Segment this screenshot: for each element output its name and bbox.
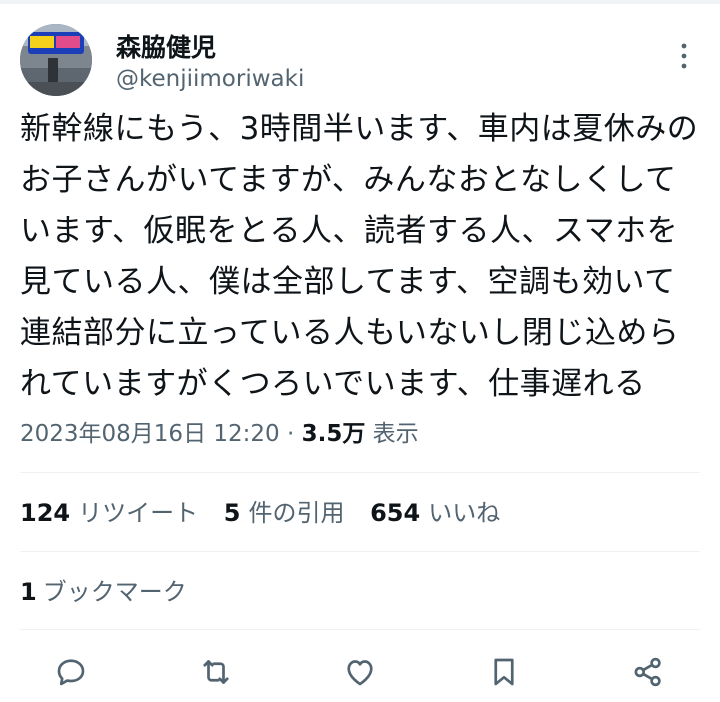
tweet-timestamp[interactable]: 2023年08月16日 12:20 <box>20 421 280 447</box>
likes-stat[interactable]: 654 いいね <box>370 499 500 527</box>
like-icon[interactable] <box>340 652 380 692</box>
tweet-header: 森脇健児 @kenjiimoriwaki <box>20 24 700 104</box>
divider <box>20 551 700 552</box>
quotes-label: 件の引用 <box>248 499 345 527</box>
profile-photo-icon <box>20 24 92 96</box>
bookmark-icon[interactable] <box>484 652 524 692</box>
action-bar <box>0 648 720 696</box>
likes-label: いいね <box>428 499 501 527</box>
author-handle[interactable]: @kenjiimoriwaki <box>116 66 304 92</box>
divider <box>20 629 700 630</box>
views-count: 3.5万 <box>301 421 366 447</box>
quotes-count: 5 <box>223 499 241 527</box>
quotes-stat[interactable]: 5 件の引用 <box>224 499 345 527</box>
more-options-icon[interactable] <box>674 40 694 72</box>
share-icon[interactable] <box>628 652 668 692</box>
views-label: 表示 <box>372 421 419 447</box>
retweets-label: リツイート <box>78 499 199 527</box>
retweets-count: 124 <box>20 499 71 527</box>
meta-separator: · <box>286 421 295 447</box>
bookmarks-label: ブックマーク <box>42 578 187 606</box>
retweet-icon[interactable] <box>196 652 236 692</box>
reply-icon[interactable] <box>51 652 91 692</box>
bookmarks-stat[interactable]: 1 ブックマーク <box>20 572 187 607</box>
tweet-meta: 2023年08月16日 12:20 · 3.5万 表示 <box>20 414 419 448</box>
author-display-name[interactable]: 森脇健児 <box>116 28 216 64</box>
likes-count: 654 <box>370 499 421 527</box>
avatar[interactable] <box>20 24 92 96</box>
divider <box>20 472 700 473</box>
tweet-text: 新幹線にもう、3時間半います、車内は夏休みのお子さんがいてますが、みんなおとなし… <box>20 111 699 402</box>
retweets-stat[interactable]: 124 リツイート <box>20 499 198 527</box>
engagement-stats: 124 リツイート 5 件の引用 654 いいね <box>20 493 518 528</box>
top-divider <box>0 0 720 4</box>
bookmarks-count: 1 <box>20 578 37 606</box>
